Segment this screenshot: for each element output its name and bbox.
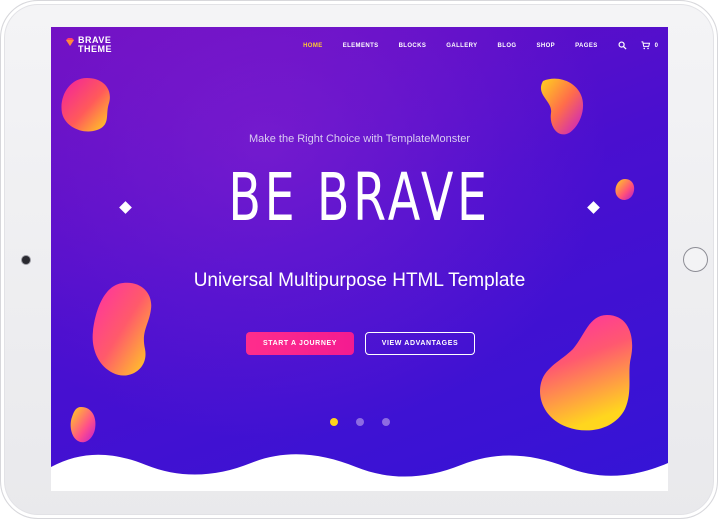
hero-subtitle: Universal Multipurpose HTML Template xyxy=(193,270,526,291)
bottom-wave-divider xyxy=(51,454,668,491)
cart-button[interactable]: 0 xyxy=(641,41,658,50)
main-navigation: HOME ELEMENTS BLOCKS GALLERY BLOG SHOP P… xyxy=(283,41,658,50)
start-journey-button[interactable]: START A JOURNEY xyxy=(246,332,354,355)
nav-item-elements[interactable]: ELEMENTS xyxy=(343,43,379,49)
hero-kicker: Make the Right Choice with TemplateMonst… xyxy=(248,133,471,145)
nav-item-pages[interactable]: PAGES xyxy=(575,43,598,49)
cart-count: 0 xyxy=(654,42,658,49)
slider-dot-1[interactable] xyxy=(329,418,338,426)
search-icon[interactable] xyxy=(618,41,627,50)
site-logo[interactable]: BRAVE THEME xyxy=(65,36,112,54)
nav-item-shop[interactable]: SHOP xyxy=(536,43,555,49)
site-header: BRAVE THEME HOME ELEMENTS BLOCKS GALLERY… xyxy=(51,27,668,69)
logo-text: BRAVE THEME xyxy=(78,36,112,54)
hero-title: BE BRAVE xyxy=(228,159,491,236)
nav-item-gallery[interactable]: GALLERY xyxy=(446,43,477,49)
nav-item-blog[interactable]: BLOG xyxy=(498,43,517,49)
nav-item-blocks[interactable]: BLOCKS xyxy=(399,43,427,49)
blob-mid-left xyxy=(92,282,152,376)
website-screen: BRAVE THEME HOME ELEMENTS BLOCKS GALLERY… xyxy=(51,27,668,491)
tablet-frame: BRAVE THEME HOME ELEMENTS BLOCKS GALLERY… xyxy=(0,0,718,519)
front-camera xyxy=(22,256,30,264)
blob-small-right xyxy=(615,179,635,200)
slider-dot-3[interactable] xyxy=(381,418,390,426)
slider-pagination xyxy=(51,418,668,426)
view-advantages-button[interactable]: VIEW ADVANTAGES xyxy=(365,332,475,355)
blob-top-right xyxy=(540,78,584,135)
slider-dot-2[interactable] xyxy=(355,418,364,426)
home-button xyxy=(683,247,708,272)
gem-logo-icon xyxy=(66,38,74,46)
cart-icon xyxy=(641,41,650,50)
blob-bottom-right xyxy=(540,315,633,431)
nav-item-home[interactable]: HOME xyxy=(303,43,323,49)
blob-top-left xyxy=(61,78,110,132)
logo-line-2: THEME xyxy=(78,44,112,54)
